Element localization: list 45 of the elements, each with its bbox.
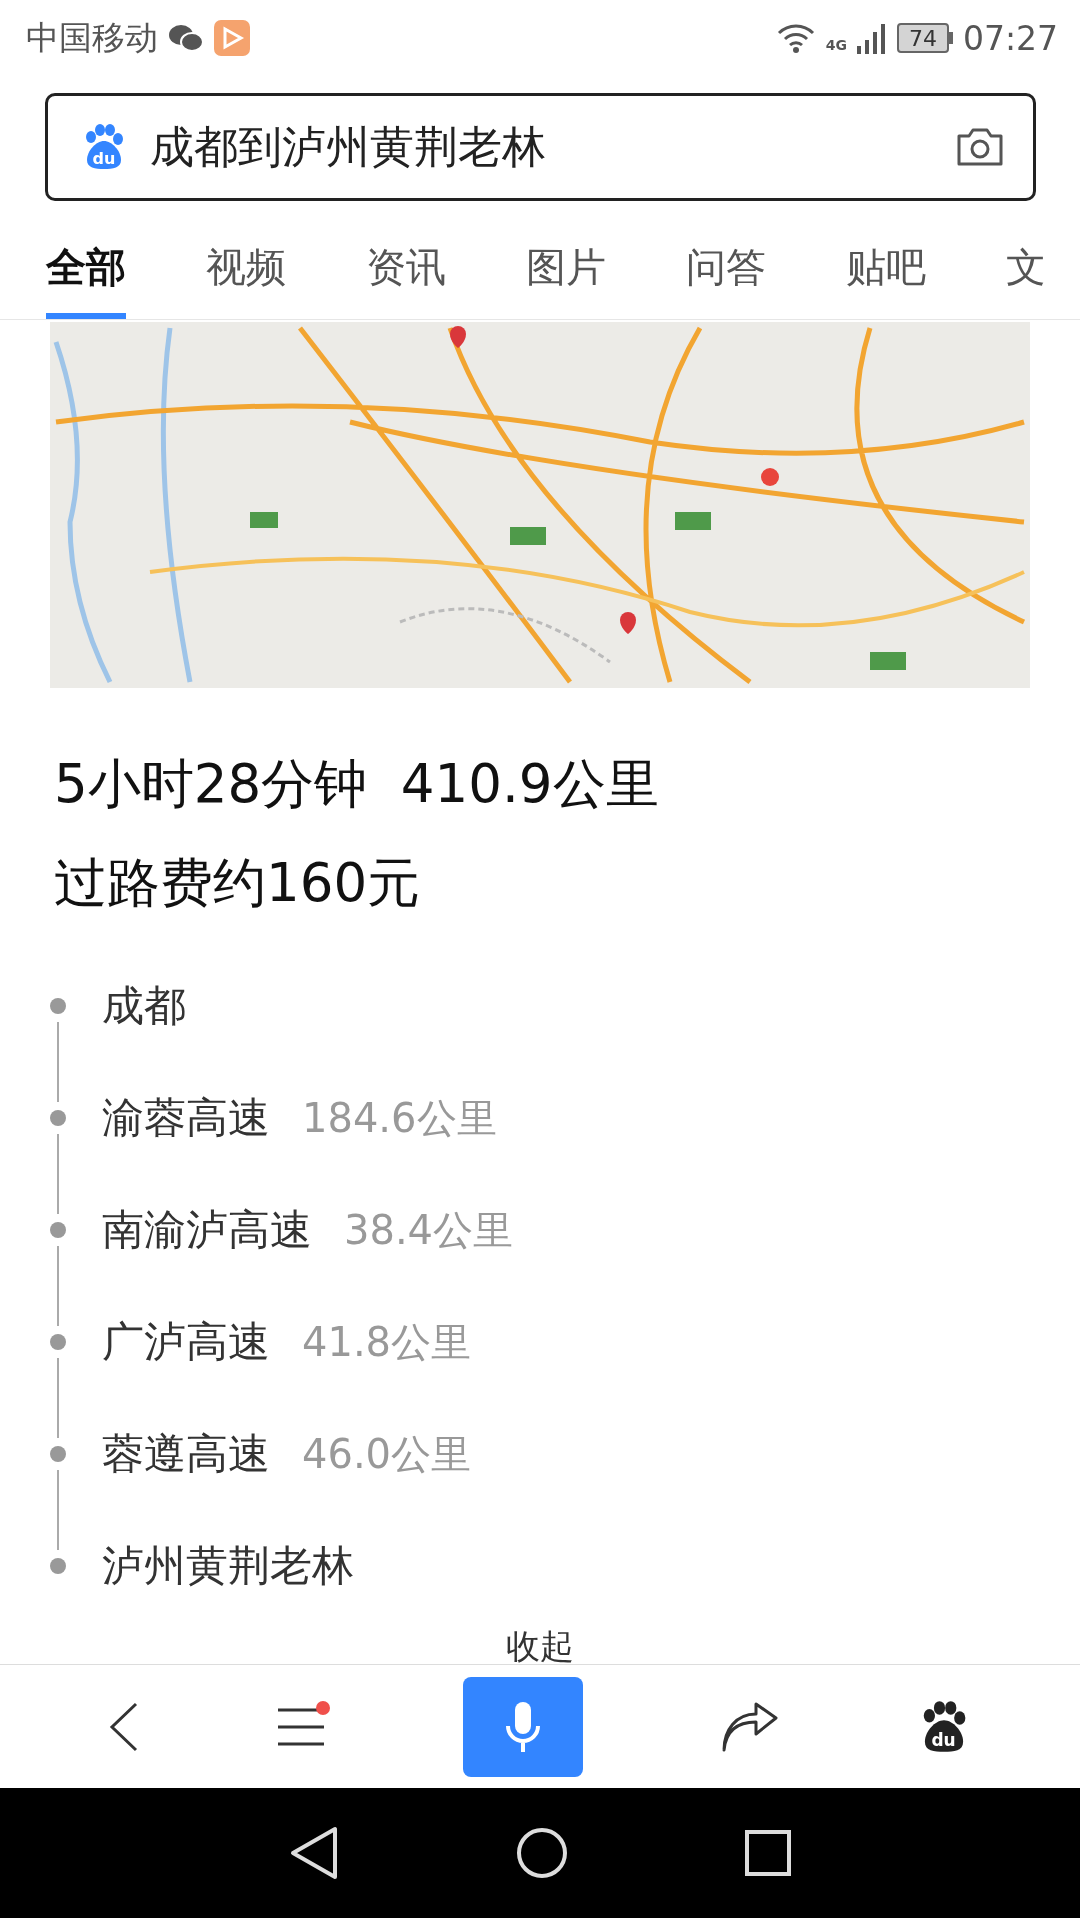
- microphone-icon: [505, 1699, 541, 1754]
- tab[interactable]: 贴吧: [846, 215, 926, 319]
- road-distance: 46.0公里: [302, 1429, 472, 1479]
- toll-fee: 过路费约160元: [54, 851, 421, 915]
- voice-search-button[interactable]: [463, 1676, 583, 1777]
- share-icon[interactable]: [721, 1701, 778, 1752]
- route-point-icon: [50, 1222, 66, 1238]
- battery-level: 74: [896, 23, 949, 53]
- route-point-icon: [50, 1110, 66, 1126]
- menu-icon[interactable]: [278, 1706, 325, 1747]
- road-name: 泸州黄荆老林: [102, 1540, 354, 1592]
- tab[interactable]: 问答: [686, 215, 766, 319]
- road-distance: 41.8公里: [302, 1317, 472, 1367]
- road-distance: 184.6公里: [302, 1093, 497, 1143]
- road-name: 南渝泸高速: [102, 1204, 312, 1256]
- carrier-name: 中国移动: [26, 16, 158, 59]
- duration-distance: 5小时28分钟 410.9公里: [54, 752, 659, 816]
- route-point-icon: [50, 998, 66, 1014]
- clock-time: 07:27: [962, 18, 1058, 58]
- camera-icon[interactable]: [955, 126, 1005, 168]
- road-distance: 38.4公里: [344, 1205, 514, 1255]
- tab[interactable]: 文: [1006, 215, 1046, 319]
- search-field[interactable]: du 成都到泸州黄荆老林: [45, 93, 1036, 201]
- wifi-icon: [775, 22, 816, 54]
- network-type: 4G: [825, 36, 847, 53]
- tab[interactable]: 资讯: [366, 215, 446, 319]
- road-name: 成都: [102, 980, 186, 1032]
- road-name: 蓉遵高速: [102, 1428, 270, 1480]
- collapse-link[interactable]: 收起: [506, 1626, 574, 1666]
- signal-icon: [856, 22, 887, 54]
- route-point-icon: [50, 1558, 66, 1574]
- home-icon[interactable]: [516, 1827, 568, 1879]
- tab[interactable]: 图片: [526, 215, 606, 319]
- recent-apps-icon[interactable]: [745, 1830, 792, 1876]
- chat-app-icon: [168, 23, 204, 53]
- back-icon[interactable]: [288, 1826, 339, 1880]
- route-point-icon: [50, 1446, 66, 1462]
- road-name: 渝蓉高速: [102, 1092, 270, 1144]
- road-name: 广泸高速: [102, 1316, 270, 1368]
- tab[interactable]: 视频: [206, 215, 286, 319]
- back-icon[interactable]: [109, 1701, 140, 1752]
- route-point-icon: [50, 1334, 66, 1350]
- logo-text: du: [930, 1729, 957, 1750]
- logo-text: du: [91, 149, 117, 168]
- video-app-icon: [214, 20, 250, 56]
